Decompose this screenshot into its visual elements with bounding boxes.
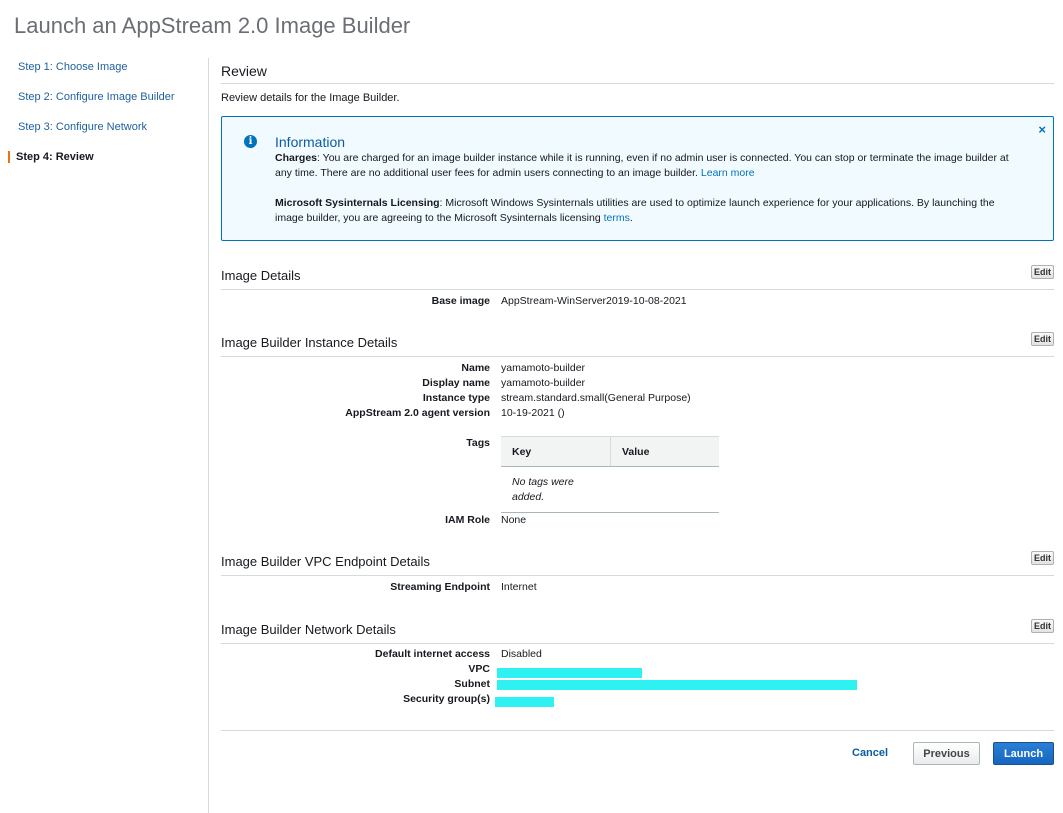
terms-link[interactable]: terms <box>604 212 630 224</box>
review-description: Review details for the Image Builder. <box>221 92 400 104</box>
launch-button[interactable]: Launch <box>993 742 1054 765</box>
charges-label: Charges <box>275 152 318 164</box>
agent-version-label: AppStream 2.0 agent version <box>345 407 490 419</box>
licensing-paragraph: Microsoft Sysinternals Licensing: Micros… <box>275 196 1015 226</box>
divider <box>221 289 1054 290</box>
streaming-endpoint-value: Internet <box>501 581 537 593</box>
tags-column-key: Key <box>501 437 611 466</box>
licensing-label: Microsoft Sysinternals Licensing <box>275 197 440 209</box>
previous-button[interactable]: Previous <box>913 742 980 765</box>
edit-instance-details-button[interactable]: Edit <box>1031 332 1054 346</box>
internet-access-label: Default internet access <box>375 648 490 660</box>
review-title: Review <box>221 63 267 79</box>
step-configure-image-builder[interactable]: Step 2: Configure Image Builder <box>18 91 175 103</box>
charges-paragraph: Charges: You are charged for an image bu… <box>275 151 1015 181</box>
tags-table: Key Value No tags were added. <box>501 436 719 513</box>
internet-access-value: Disabled <box>501 648 542 660</box>
tags-table-header: Key Value <box>501 436 719 467</box>
edit-network-details-button[interactable]: Edit <box>1031 619 1054 633</box>
divider <box>221 575 1054 576</box>
page-title: Launch an AppStream 2.0 Image Builder <box>14 13 411 38</box>
divider <box>221 83 1054 84</box>
instance-type-value: stream.standard.small(General Purpose) <box>501 392 691 404</box>
edit-image-details-button[interactable]: Edit <box>1031 265 1054 279</box>
info-icon: i <box>244 135 257 148</box>
cancel-button[interactable]: Cancel <box>852 747 888 759</box>
network-details-title: Image Builder Network Details <box>221 622 396 637</box>
name-value: yamamoto-builder <box>501 362 586 374</box>
subnet-redacted <box>497 680 857 690</box>
charges-text: : You are charged for an image builder i… <box>275 152 1009 179</box>
divider <box>501 512 719 513</box>
iam-role-value: None <box>501 514 527 526</box>
tags-label: Tags <box>466 437 490 449</box>
image-details-title: Image Details <box>221 268 301 283</box>
tags-column-value: Value <box>622 446 650 458</box>
tags-empty-message: No tags were added. <box>512 476 574 503</box>
step-choose-image[interactable]: Step 1: Choose Image <box>18 61 127 73</box>
display-name-label: Display name <box>422 377 490 389</box>
licensing-end: . <box>629 212 633 224</box>
subnet-label: Subnet <box>454 678 490 690</box>
step-review: Step 4: Review <box>8 151 94 163</box>
edit-vpc-endpoint-button[interactable]: Edit <box>1031 551 1054 565</box>
step-configure-network[interactable]: Step 3: Configure Network <box>18 121 147 133</box>
agent-version-value: 10-19-2021 () <box>501 407 565 419</box>
display-name-value: yamamoto-builder <box>501 377 586 389</box>
divider <box>221 356 1054 357</box>
name-label: Name <box>461 362 490 374</box>
vpc-redacted <box>497 668 642 678</box>
info-heading: Information <box>275 134 346 150</box>
iam-role-label: IAM Role <box>445 514 490 526</box>
base-image-value: AppStream-WinServer2019-10-08-2021 <box>501 295 687 307</box>
vpc-endpoint-title: Image Builder VPC Endpoint Details <box>221 554 430 569</box>
security-groups-label: Security group(s) <box>403 693 490 705</box>
streaming-endpoint-label: Streaming Endpoint <box>390 581 490 593</box>
close-icon[interactable]: × <box>1038 122 1046 137</box>
divider <box>221 643 1054 644</box>
wizard-steps-sidebar: Step 1: Choose Image Step 2: Configure I… <box>0 58 209 813</box>
information-alert: i × Information Charges: You are charged… <box>221 116 1054 241</box>
instance-type-label: Instance type <box>422 392 490 404</box>
learn-more-link[interactable]: Learn more <box>701 167 755 179</box>
divider <box>221 730 1054 731</box>
base-image-label: Base image <box>431 295 490 307</box>
security-groups-redacted <box>495 697 554 707</box>
instance-details-title: Image Builder Instance Details <box>221 335 398 350</box>
vpc-label: VPC <box>468 663 490 675</box>
